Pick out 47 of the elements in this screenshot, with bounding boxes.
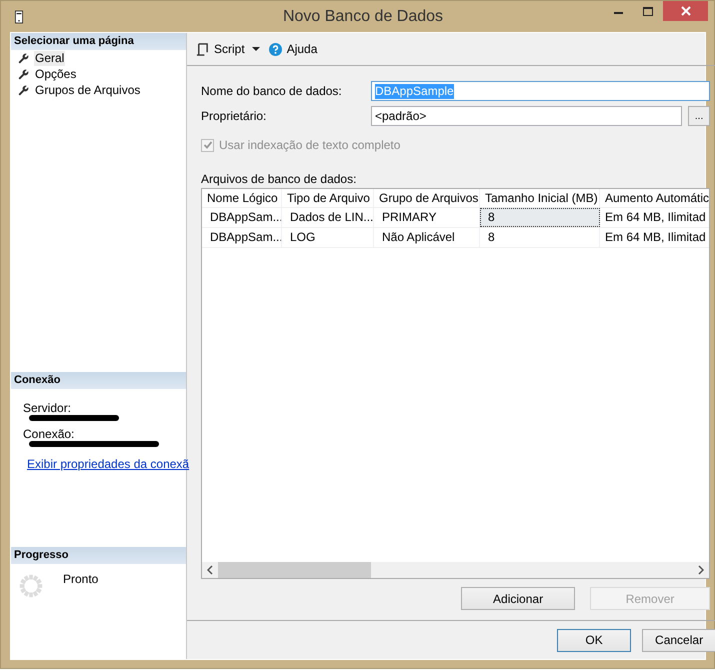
page-item[interactable]: Grupos de Arquivos — [34, 82, 142, 98]
table-cell: 8 — [480, 208, 600, 227]
status-text: Pronto — [63, 572, 98, 586]
field-label: Nome do banco de dados: — [201, 84, 343, 98]
script-icon[interactable] — [196, 42, 209, 56]
section-header: Selecionar uma página — [11, 33, 186, 50]
caret-icon[interactable] — [252, 47, 260, 51]
help-icon[interactable] — [268, 42, 282, 56]
field-label: Servidor: — [23, 401, 72, 415]
field-label: Conexão: — [23, 427, 76, 441]
column-header[interactable]: Tipo de Arquivo — [282, 189, 374, 207]
dialog-button[interactable]: OK — [557, 628, 632, 652]
dialog-button[interactable]: Cancelar — [642, 628, 715, 652]
scroll-left-icon[interactable] — [207, 565, 213, 575]
window-title: Novo Banco de Dados — [282, 8, 444, 26]
field-label: Proprietário: — [201, 109, 268, 123]
close-icon[interactable] — [680, 6, 690, 16]
wrench-icon — [18, 52, 29, 64]
script-button[interactable]: Script — [193, 42, 248, 56]
connection-properties-link[interactable]: Exibir propriedades da conexã — [27, 457, 190, 471]
horizontal-scrollbar[interactable] — [202, 562, 710, 578]
close-button[interactable] — [663, 1, 708, 21]
section-header: Progresso — [11, 547, 186, 564]
table-cell-text: Em 64 MB, Ilimitad — [604, 229, 707, 246]
server-icon — [15, 10, 23, 24]
help-button[interactable]: Ajuda — [266, 42, 320, 56]
table-cell: Dados de LIN... — [282, 208, 374, 227]
table-cell: LOG — [282, 228, 374, 247]
table-cell-text: Em 64 MB, Ilimitad — [604, 209, 707, 226]
action-button[interactable]: Adicionar — [461, 587, 576, 610]
column-header[interactable]: Tamanho Inicial (MB) — [480, 189, 600, 207]
table-cell: Não Aplicável — [374, 228, 480, 247]
owner-field[interactable]: <padrão> — [371, 106, 682, 126]
section-header: Conexão — [11, 372, 186, 389]
column-header[interactable]: Aumento Automátic — [600, 189, 710, 207]
browse-button[interactable]: ... — [688, 106, 710, 126]
scroll-right-icon[interactable] — [698, 565, 704, 575]
checkbox-label: Usar indexação de texto completo — [219, 138, 400, 152]
spinner-icon — [17, 572, 45, 600]
column-header[interactable]: Grupo de Arquivos — [374, 189, 480, 207]
wrench-icon — [18, 84, 29, 96]
wrench-icon — [18, 68, 29, 80]
page-item[interactable]: Geral — [34, 50, 66, 66]
section-label: Arquivos de banco de dados: — [201, 172, 358, 186]
table-cell: 8 — [480, 228, 600, 247]
column-header[interactable]: Nome Lógico — [202, 189, 282, 207]
page-item[interactable]: Opções — [34, 66, 78, 82]
